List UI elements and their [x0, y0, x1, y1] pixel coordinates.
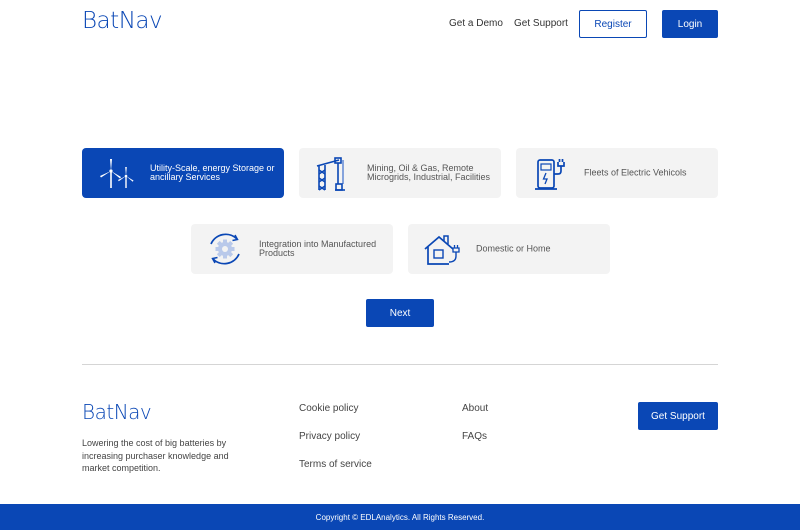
- option-card-utility-scale[interactable]: Utility-Scale, energy Storage or ancilla…: [82, 148, 284, 198]
- footer-get-support-button[interactable]: Get Support: [638, 402, 718, 430]
- about-link[interactable]: About: [462, 403, 488, 414]
- option-card-label: Mining, Oil & Gas, Remote Microgrids, In…: [367, 163, 491, 182]
- gear-cycle-icon: [210, 233, 240, 265]
- ev-charger-icon: [535, 159, 565, 190]
- option-card-domestic[interactable]: Domestic or Home: [408, 224, 610, 274]
- cookie-policy-link[interactable]: Cookie policy: [299, 403, 358, 414]
- brand-logo-part2: Nav: [118, 8, 163, 34]
- option-card-ev-fleets[interactable]: Fleets of Electric Vehicols: [516, 148, 718, 198]
- faqs-link[interactable]: FAQs: [462, 431, 487, 442]
- option-card-label: Utility-Scale, energy Storage or ancilla…: [150, 163, 275, 182]
- option-card-integration[interactable]: Integration into Manufactured Products: [191, 224, 393, 274]
- brand-logo-part1: Bat: [82, 8, 119, 34]
- option-card-label: Integration into Manufactured Products: [259, 239, 377, 258]
- register-button[interactable]: Register: [579, 10, 647, 38]
- footer-tagline: Lowering the cost of big batteries by in…: [82, 438, 229, 473]
- nav-get-support[interactable]: Get Support: [514, 18, 568, 29]
- terms-of-service-link[interactable]: Terms of service: [299, 459, 372, 470]
- brand-logo[interactable]: BatNav: [82, 8, 163, 34]
- option-card-label: Domestic or Home: [476, 243, 551, 254]
- wind-turbine-icon: [100, 159, 134, 188]
- privacy-policy-link[interactable]: Privacy policy: [299, 431, 360, 442]
- oil-rig-icon: [316, 157, 345, 191]
- copyright-text: Copyright © EDLAnalytics. All Rights Res…: [315, 512, 485, 522]
- option-card-mining[interactable]: Mining, Oil & Gas, Remote Microgrids, In…: [299, 148, 501, 198]
- house-plug-icon: [424, 235, 460, 265]
- copyright-bar: Copyright © EDLAnalytics. All Rights Res…: [0, 504, 800, 530]
- brand-logo-part1: Bat: [82, 400, 114, 424]
- option-card-label: Fleets of Electric Vehicols: [584, 167, 687, 178]
- login-button[interactable]: Login: [662, 10, 718, 38]
- header: BatNav Get a Demo Get Support Register L…: [0, 0, 800, 48]
- footer-brand-logo[interactable]: BatNav: [82, 400, 152, 424]
- footer-divider: [82, 364, 718, 365]
- next-button[interactable]: Next: [366, 299, 434, 327]
- nav-get-a-demo[interactable]: Get a Demo: [449, 18, 503, 29]
- brand-logo-part2: Nav: [113, 400, 152, 424]
